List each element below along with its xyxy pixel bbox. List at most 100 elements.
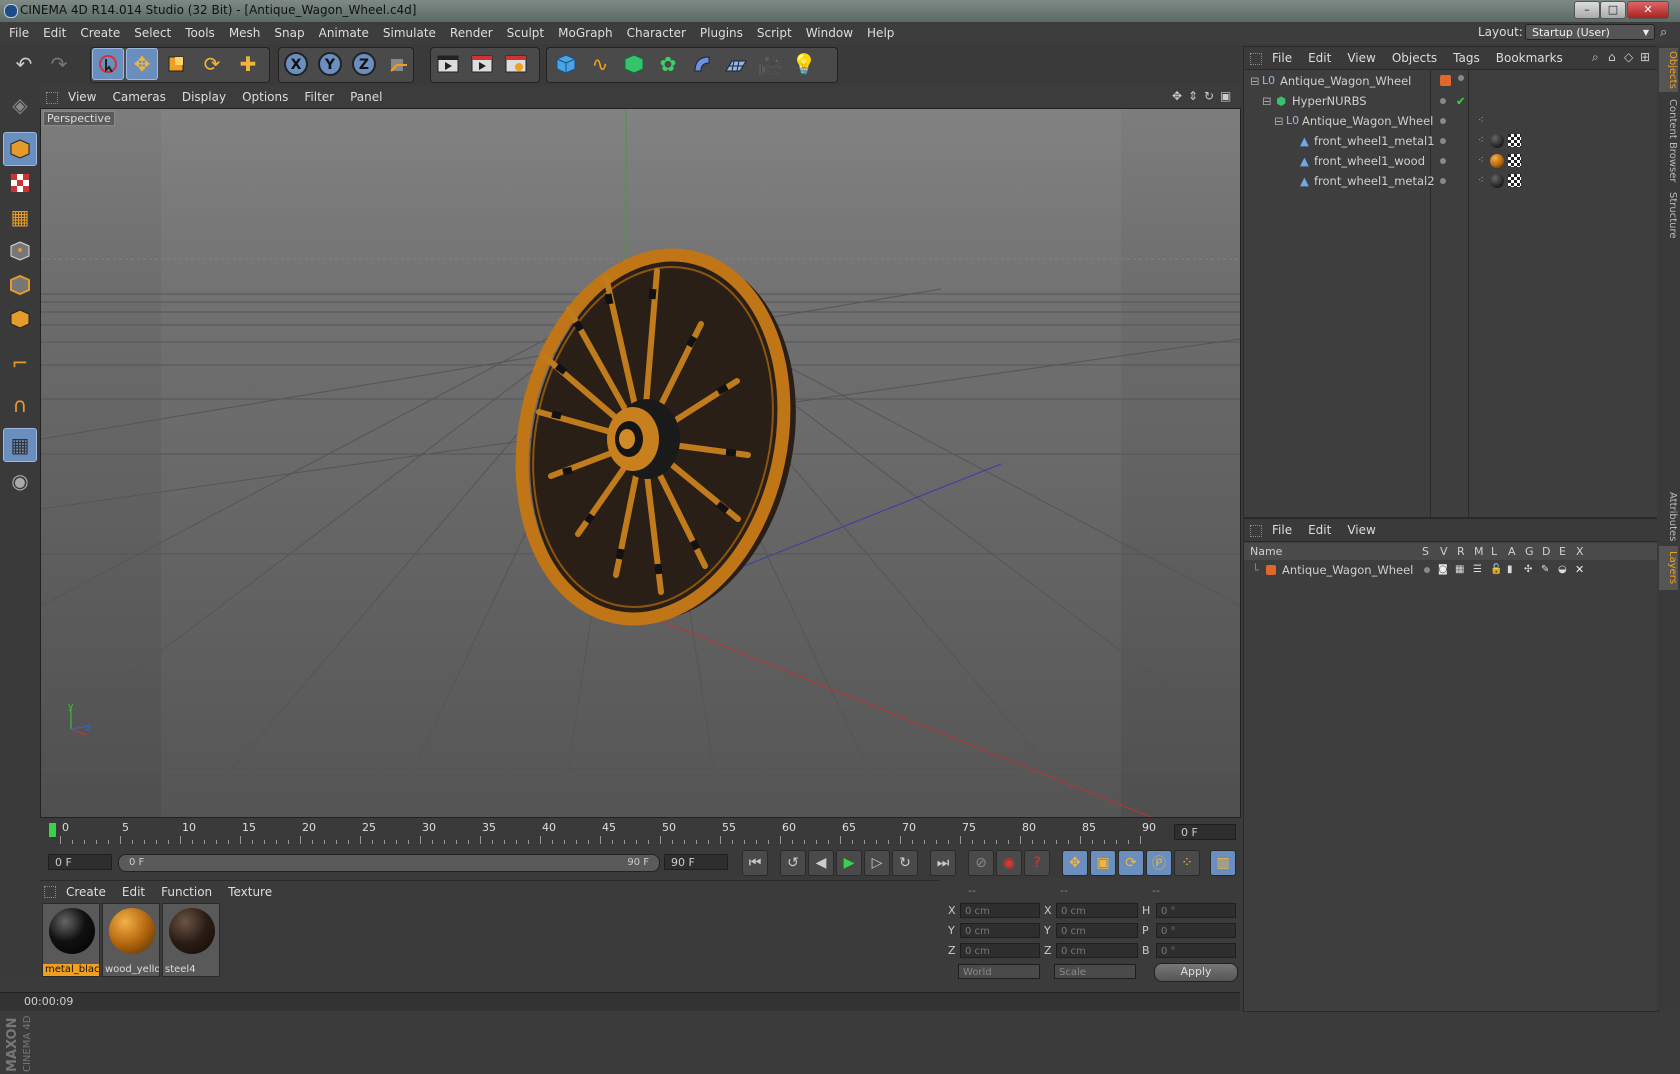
snap-magnet-icon[interactable]: ∩ xyxy=(3,388,37,422)
menu-simulate[interactable]: Simulate xyxy=(376,22,443,44)
mograph-cloner-icon[interactable]: ✿ xyxy=(652,48,684,80)
pan-view-icon[interactable]: ✥ xyxy=(1172,89,1182,103)
phong-tag-icon[interactable]: ⁖ xyxy=(1478,151,1484,171)
column-render[interactable]: R xyxy=(1457,543,1465,560)
material-swatch-metal-black[interactable]: metal_black xyxy=(42,903,100,977)
tab-objects[interactable]: Objects xyxy=(1659,48,1678,92)
make-editable-icon[interactable]: ◈ xyxy=(3,88,37,122)
column-xref[interactable]: X xyxy=(1576,543,1584,560)
material-tag-icon[interactable] xyxy=(1490,134,1504,148)
perspective-viewport[interactable]: y z Perspective xyxy=(40,108,1241,818)
material-menu-create[interactable]: Create xyxy=(58,881,114,903)
layers-menu-edit[interactable]: Edit xyxy=(1300,519,1339,541)
collapse-toggle-icon[interactable]: ⊟ xyxy=(1250,71,1260,91)
size-x-field[interactable]: 0 cm xyxy=(1056,903,1138,918)
light-icon[interactable]: 💡 xyxy=(788,48,820,80)
visibility-dot[interactable] xyxy=(1440,98,1446,104)
texture-tag-icon[interactable] xyxy=(1508,174,1521,187)
column-view[interactable]: V xyxy=(1440,543,1448,560)
column-generators[interactable]: G xyxy=(1525,543,1534,560)
column-expressions[interactable]: E xyxy=(1559,543,1566,560)
recent-tool-icon[interactable]: ✚ xyxy=(232,48,264,80)
animation-toggle-icon[interactable]: ▮ xyxy=(1507,561,1513,579)
points-mode-icon[interactable] xyxy=(3,234,37,268)
go-to-end-icon[interactable]: ⏭ xyxy=(930,850,956,876)
column-animation[interactable]: A xyxy=(1508,543,1516,560)
axis-mode-icon[interactable]: ⌐ xyxy=(3,346,37,380)
maximize-view-icon[interactable]: ▣ xyxy=(1220,89,1231,103)
rotate-view-icon[interactable]: ↻ xyxy=(1204,89,1214,103)
deformer-toggle-icon[interactable]: ✎ xyxy=(1541,561,1549,579)
x-axis-lock-icon[interactable]: X xyxy=(280,48,312,80)
menu-mograph[interactable]: MoGraph xyxy=(551,22,620,44)
key-pla-icon[interactable]: ⁘ xyxy=(1174,850,1200,876)
position-z-field[interactable]: 0 cm xyxy=(960,943,1040,958)
render-settings-icon[interactable] xyxy=(500,48,532,80)
render-toggle-icon[interactable]: ▦ xyxy=(1455,561,1464,579)
workplane-lock-icon[interactable]: ▦ xyxy=(3,428,37,462)
timeline-ruler[interactable]: 0 5 10 15 20 25 30 35 40 45 50 55 60 65 70 75 80 85 90 0 F xyxy=(40,818,1240,846)
eye-icon[interactable]: ◇ xyxy=(1624,50,1633,64)
layer-color-swatch[interactable] xyxy=(1266,565,1276,575)
viewport-menu-options[interactable]: Options xyxy=(234,86,296,108)
column-deformers[interactable]: D xyxy=(1542,543,1550,560)
column-solo[interactable]: S xyxy=(1422,543,1429,560)
rotation-b-field[interactable]: 0 ° xyxy=(1156,943,1236,958)
layout-dropdown[interactable]: Startup (User) ▼ xyxy=(1525,24,1655,40)
layers-menu-view[interactable]: View xyxy=(1339,519,1383,541)
material-swatch-steel4[interactable]: steel4 xyxy=(162,903,220,977)
menu-character[interactable]: Character xyxy=(620,22,693,44)
render-to-picture-viewer-icon[interactable] xyxy=(466,48,498,80)
material-menu-edit[interactable]: Edit xyxy=(114,881,153,903)
material-menu-function[interactable]: Function xyxy=(153,881,220,903)
objects-menu-file[interactable]: File xyxy=(1264,47,1300,69)
home-icon[interactable]: ⌂ xyxy=(1608,50,1616,64)
rotation-h-field[interactable]: 0 ° xyxy=(1156,903,1236,918)
viewport-menu-view[interactable]: View xyxy=(60,86,104,108)
object-row[interactable]: ▲ front_wheel1_wood ⁖ xyxy=(1244,151,1658,171)
object-row[interactable]: ▲ front_wheel1_metal1 ⁖ xyxy=(1244,131,1658,151)
layer-color-swatch[interactable] xyxy=(1440,75,1451,86)
deformer-icon[interactable] xyxy=(686,48,718,80)
playhead-marker[interactable] xyxy=(49,823,56,837)
texture-mode-icon[interactable] xyxy=(3,166,37,200)
start-frame-field[interactable]: 0 F xyxy=(48,854,112,870)
viewport-menu-panel[interactable]: Panel xyxy=(342,86,390,108)
visibility-dot[interactable] xyxy=(1440,138,1446,144)
live-selection-icon[interactable] xyxy=(92,48,124,80)
xref-toggle-icon[interactable]: ✕ xyxy=(1575,561,1584,579)
menu-create[interactable]: Create xyxy=(73,22,127,44)
redo-icon[interactable]: ↷ xyxy=(43,48,75,80)
menu-file[interactable]: File xyxy=(2,22,36,44)
object-row[interactable]: ⊟ L0 Antique_Wagon_Wheel xyxy=(1244,71,1658,91)
key-rotation-icon[interactable]: ⟳ xyxy=(1118,850,1144,876)
key-position-icon[interactable]: ✥ xyxy=(1062,850,1088,876)
texture-tag-icon[interactable] xyxy=(1508,154,1521,167)
previous-frame-icon[interactable]: ◀ xyxy=(808,850,834,876)
menu-plugins[interactable]: Plugins xyxy=(693,22,750,44)
tab-layers[interactable]: Layers xyxy=(1659,546,1678,590)
camera-icon[interactable]: 🎥 xyxy=(754,48,786,80)
menu-animate[interactable]: Animate xyxy=(312,22,376,44)
maximize-button[interactable]: □ xyxy=(1600,1,1626,19)
tag-icon[interactable]: ⁖ xyxy=(1478,111,1484,131)
previous-key-icon[interactable]: ↺ xyxy=(780,850,806,876)
menu-select[interactable]: Select xyxy=(127,22,178,44)
menu-snap[interactable]: Snap xyxy=(267,22,311,44)
position-y-field[interactable]: 0 cm xyxy=(960,923,1040,938)
manager-toggle-icon[interactable]: ☰ xyxy=(1473,561,1482,579)
record-keys-icon[interactable]: ⊘ xyxy=(968,850,994,876)
spline-pen-icon[interactable]: ∿ xyxy=(584,48,616,80)
next-key-icon[interactable]: ↻ xyxy=(892,850,918,876)
texture-tag-icon[interactable] xyxy=(1508,134,1521,147)
size-y-field[interactable]: 0 cm xyxy=(1056,923,1138,938)
minimize-button[interactable]: – xyxy=(1574,1,1600,19)
visibility-dot[interactable] xyxy=(1440,158,1446,164)
menu-mesh[interactable]: Mesh xyxy=(222,22,268,44)
column-name[interactable]: Name xyxy=(1250,543,1282,560)
visibility-dot[interactable] xyxy=(1440,118,1446,124)
workplane-mode-icon[interactable]: ▦ xyxy=(3,200,37,234)
position-x-field[interactable]: 0 cm xyxy=(960,903,1040,918)
floor-environment-icon[interactable] xyxy=(720,48,752,80)
key-scale-icon[interactable]: ▣ xyxy=(1090,850,1116,876)
